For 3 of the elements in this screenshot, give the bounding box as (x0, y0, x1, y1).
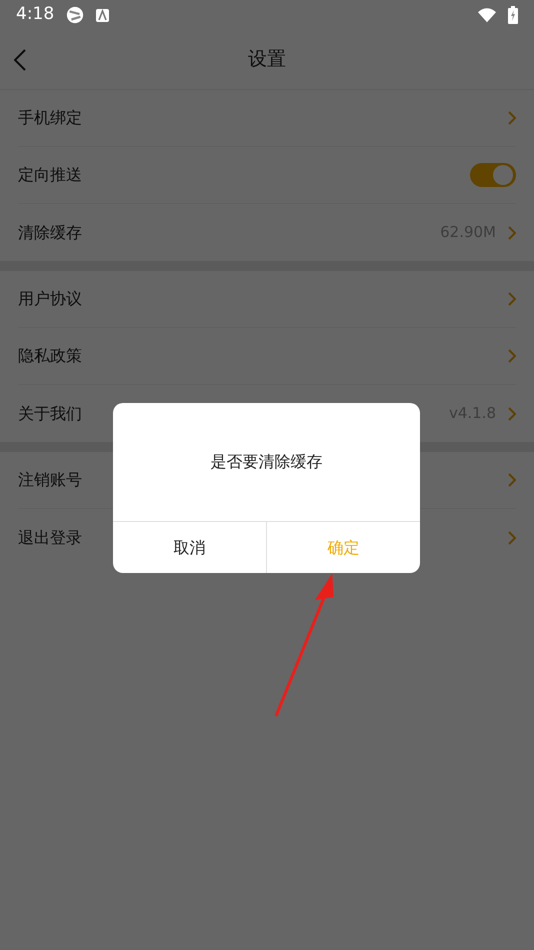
dialog-message: 是否要清除缓存 (210, 451, 322, 473)
page-title: 设置 (248, 47, 286, 72)
status-time: 4:18 (16, 3, 54, 26)
